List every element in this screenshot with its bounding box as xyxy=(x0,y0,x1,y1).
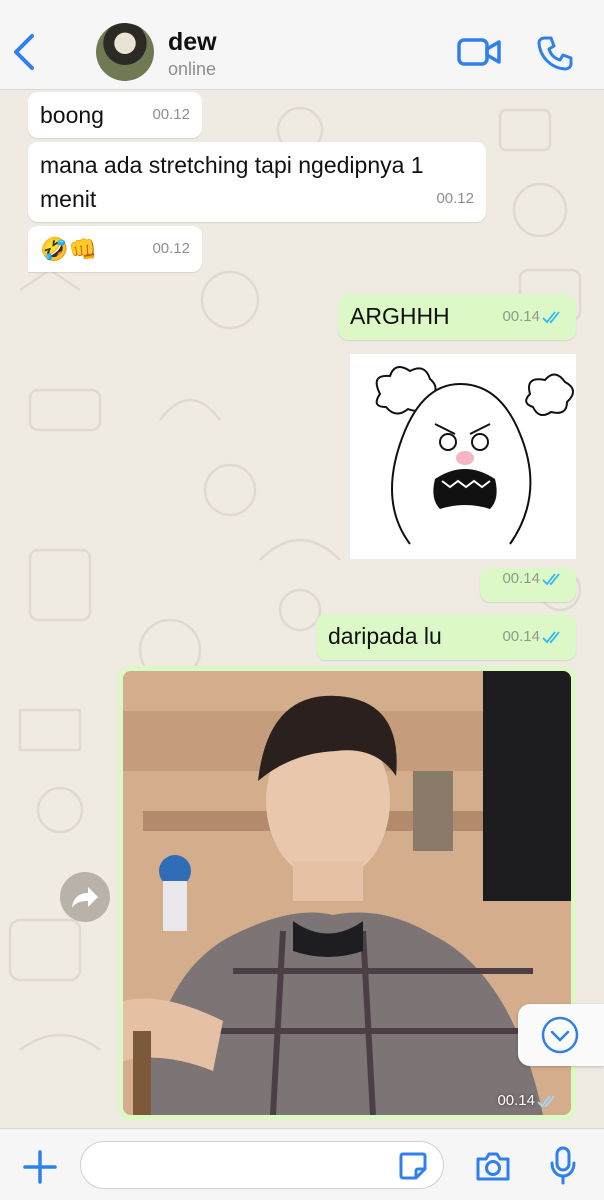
message-time-text: 00.14 xyxy=(502,628,540,645)
message-time: 00.12 xyxy=(152,106,190,123)
composer-bar xyxy=(0,1128,604,1200)
contact-status: online xyxy=(168,59,217,79)
sticker-icon xyxy=(399,1152,427,1180)
message-time: 00.14 xyxy=(502,562,564,596)
chat-header: dew online xyxy=(0,0,604,90)
sticker-message[interactable] xyxy=(350,354,576,559)
video-call-button[interactable] xyxy=(456,34,502,70)
message-time-text: 00.14 xyxy=(497,1092,535,1109)
message-time: 00.12 xyxy=(436,190,474,207)
message-text: ARGHHH xyxy=(350,303,450,329)
double-check-icon xyxy=(542,311,560,324)
avatar[interactable] xyxy=(96,23,154,81)
message-text: mana ada stretching tapi ngedipnya 1 men… xyxy=(40,152,424,212)
message-outgoing[interactable]: daripada lu 00.14 xyxy=(316,614,576,660)
message-time: 00.12 xyxy=(152,240,190,257)
message-incoming[interactable]: boong 00.12 xyxy=(28,92,202,138)
chat-area[interactable]: boong 00.12 mana ada stretching tapi nge… xyxy=(0,90,604,1128)
message-incoming[interactable]: mana ada stretching tapi ngedipnya 1 men… xyxy=(28,142,486,222)
microphone-button[interactable] xyxy=(548,1145,578,1185)
message-text: boong xyxy=(40,102,104,128)
message-time-text: 00.14 xyxy=(502,570,540,587)
plus-icon xyxy=(23,1150,57,1184)
microphone-icon xyxy=(550,1146,576,1185)
angry-creature-sticker xyxy=(375,366,574,545)
camera-icon xyxy=(476,1152,510,1181)
phone-icon xyxy=(537,36,573,71)
voice-call-button[interactable] xyxy=(536,34,574,72)
message-text: 🤣👊 xyxy=(40,236,98,262)
contact-name[interactable]: dew xyxy=(168,28,217,57)
sticker-time-bubble: 00.14 xyxy=(480,568,576,602)
message-time: 00.14 xyxy=(502,300,564,334)
message-time: 00.14 xyxy=(502,620,564,654)
sticker-button[interactable] xyxy=(398,1151,428,1181)
photo-message[interactable]: 00.14 xyxy=(118,666,576,1120)
chevron-left-icon xyxy=(14,34,34,70)
double-check-icon xyxy=(542,573,560,586)
forward-button[interactable] xyxy=(60,872,110,922)
message-outgoing[interactable]: ARGHHH 00.14 xyxy=(338,294,576,340)
video-camera-icon xyxy=(457,38,501,66)
back-button[interactable] xyxy=(8,30,44,74)
photo-image xyxy=(123,671,571,1115)
message-time-text: 00.14 xyxy=(502,308,540,325)
camera-button[interactable] xyxy=(474,1149,512,1183)
forward-icon xyxy=(72,887,98,908)
message-incoming[interactable]: 🤣👊 00.12 xyxy=(28,226,202,272)
scroll-to-bottom-button[interactable] xyxy=(518,1004,604,1066)
chevron-down-circle-icon xyxy=(541,1016,579,1054)
double-check-icon xyxy=(537,1094,555,1107)
message-text: daripada lu xyxy=(328,623,442,649)
message-time: 00.14 xyxy=(497,1092,559,1109)
message-input[interactable] xyxy=(80,1141,444,1189)
attach-button[interactable] xyxy=(22,1149,58,1185)
photo[interactable]: 00.14 xyxy=(123,671,571,1115)
double-check-icon xyxy=(542,631,560,644)
